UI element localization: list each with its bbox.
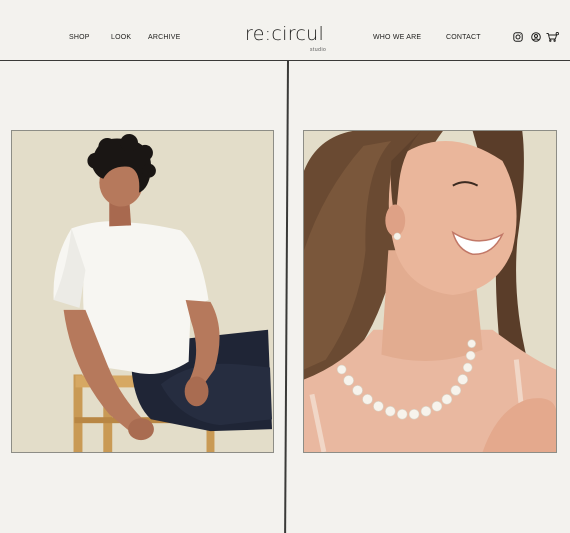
cart-icon[interactable] (546, 32, 559, 42)
brand-name: re:circul (245, 23, 325, 45)
site-header: SHOP LOOK ARCHIVE re:circul studio WHO W… (0, 0, 570, 61)
column-divider (284, 60, 289, 533)
nav-look[interactable]: LOOK (111, 34, 131, 41)
nav-archive[interactable]: ARCHIVE (148, 34, 181, 41)
brand-logo[interactable]: re:circul studio (245, 23, 326, 53)
product-photo-tshirt[interactable] (11, 130, 274, 453)
woman-pearls-illustration (304, 131, 556, 452)
nav-shop[interactable]: SHOP (69, 34, 90, 41)
product-photo-pearl-necklace[interactable] (303, 130, 557, 453)
instagram-icon[interactable] (513, 32, 523, 42)
nav-who-we-are[interactable]: WHO WE ARE (373, 34, 421, 41)
man-tshirt-illustration (12, 131, 273, 452)
nav-contact[interactable]: CONTACT (446, 34, 481, 41)
account-icon[interactable] (531, 32, 541, 42)
brand-subtitle: studio (310, 47, 327, 53)
